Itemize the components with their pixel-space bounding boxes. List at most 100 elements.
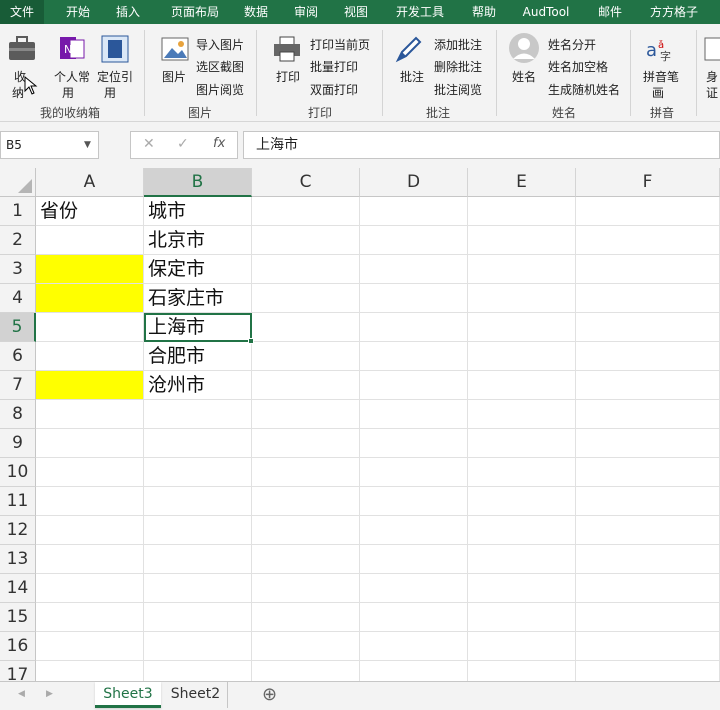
cell-a13[interactable] bbox=[36, 545, 144, 574]
cell-e14[interactable] bbox=[468, 574, 576, 603]
cell-c14[interactable] bbox=[252, 574, 360, 603]
cell-d3[interactable] bbox=[360, 255, 468, 284]
select-all-corner[interactable] bbox=[0, 168, 36, 197]
import-picture-button[interactable]: 导入图片 bbox=[196, 36, 244, 53]
cell-a12[interactable] bbox=[36, 516, 144, 545]
enter-icon[interactable]: ✓ bbox=[177, 136, 189, 152]
tab-data[interactable]: 数据 bbox=[236, 0, 276, 24]
tab-audtool[interactable]: AudTool bbox=[516, 0, 576, 24]
cell-b14[interactable] bbox=[144, 574, 252, 603]
cell-d15[interactable] bbox=[360, 603, 468, 632]
cell-a4[interactable] bbox=[36, 284, 144, 313]
cell-d1[interactable] bbox=[360, 197, 468, 226]
cell-f9[interactable] bbox=[576, 429, 720, 458]
split-name-button[interactable]: 姓名分开 bbox=[548, 36, 596, 53]
cell-b10[interactable] bbox=[144, 458, 252, 487]
add-sheet-icon[interactable]: ⊕ bbox=[262, 684, 277, 705]
next-sheet-icon[interactable]: ▶ bbox=[46, 689, 53, 699]
cell-e17[interactable] bbox=[468, 661, 576, 681]
insert-function-icon[interactable]: fx bbox=[213, 136, 225, 151]
collect-button-line2[interactable]: 纳 bbox=[12, 84, 24, 101]
cell-d4[interactable] bbox=[360, 284, 468, 313]
cell-a6[interactable] bbox=[36, 342, 144, 371]
cell-e9[interactable] bbox=[468, 429, 576, 458]
cell-e11[interactable] bbox=[468, 487, 576, 516]
cell-d9[interactable] bbox=[360, 429, 468, 458]
cell-c7[interactable] bbox=[252, 371, 360, 400]
chevron-down-icon[interactable]: ▼ bbox=[84, 140, 91, 150]
cell-a10[interactable] bbox=[36, 458, 144, 487]
cell-b11[interactable] bbox=[144, 487, 252, 516]
cell-b9[interactable] bbox=[144, 429, 252, 458]
cell-a3[interactable] bbox=[36, 255, 144, 284]
cell-c9[interactable] bbox=[252, 429, 360, 458]
pinyin-stroke-button-line1[interactable]: 拼音笔 bbox=[643, 68, 679, 85]
cell-e4[interactable] bbox=[468, 284, 576, 313]
cell-e2[interactable] bbox=[468, 226, 576, 255]
row-header-4[interactable]: 4 bbox=[0, 284, 36, 313]
id-card-button-line2[interactable]: 证 bbox=[706, 84, 718, 101]
cell-f17[interactable] bbox=[576, 661, 720, 681]
row-header-13[interactable]: 13 bbox=[0, 545, 36, 574]
cell-f6[interactable] bbox=[576, 342, 720, 371]
cell-a14[interactable] bbox=[36, 574, 144, 603]
cell-c16[interactable] bbox=[252, 632, 360, 661]
cell-b16[interactable] bbox=[144, 632, 252, 661]
row-header-2[interactable]: 2 bbox=[0, 226, 36, 255]
spreadsheet-grid[interactable]: A B C D E F 1 省份 城市 2 北京市 3 保定市 4 石家庄市 5 上海市 6 合肥市 7 沧州市 8 9 10… bbox=[0, 168, 720, 681]
column-header-c[interactable]: C bbox=[252, 168, 360, 197]
cell-d16[interactable] bbox=[360, 632, 468, 661]
cell-c4[interactable] bbox=[252, 284, 360, 313]
comment-button[interactable]: 批注 bbox=[400, 68, 424, 85]
cell-e7[interactable] bbox=[468, 371, 576, 400]
tab-view[interactable]: 视图 bbox=[336, 0, 376, 24]
cell-a5[interactable] bbox=[36, 313, 144, 342]
cell-f16[interactable] bbox=[576, 632, 720, 661]
cell-f14[interactable] bbox=[576, 574, 720, 603]
column-header-a[interactable]: A bbox=[36, 168, 144, 197]
column-header-e[interactable]: E bbox=[468, 168, 576, 197]
cell-f15[interactable] bbox=[576, 603, 720, 632]
cell-f10[interactable] bbox=[576, 458, 720, 487]
cell-d10[interactable] bbox=[360, 458, 468, 487]
locate-reference-button-line2[interactable]: 用 bbox=[104, 84, 116, 101]
cell-d7[interactable] bbox=[360, 371, 468, 400]
cell-d5[interactable] bbox=[360, 313, 468, 342]
picture-button[interactable]: 图片 bbox=[162, 68, 186, 85]
cell-d11[interactable] bbox=[360, 487, 468, 516]
cell-f13[interactable] bbox=[576, 545, 720, 574]
cell-d8[interactable] bbox=[360, 400, 468, 429]
cell-d2[interactable] bbox=[360, 226, 468, 255]
cell-b15[interactable] bbox=[144, 603, 252, 632]
tab-insert[interactable]: 插入 bbox=[106, 0, 150, 24]
cell-d17[interactable] bbox=[360, 661, 468, 681]
duplex-print-button[interactable]: 双面打印 bbox=[310, 81, 358, 98]
random-name-button[interactable]: 生成随机姓名 bbox=[548, 81, 620, 98]
batch-print-button[interactable]: 批量打印 bbox=[310, 58, 358, 75]
cell-d12[interactable] bbox=[360, 516, 468, 545]
name-button[interactable]: 姓名 bbox=[512, 68, 536, 85]
cell-e6[interactable] bbox=[468, 342, 576, 371]
cell-a7[interactable] bbox=[36, 371, 144, 400]
cell-b3[interactable]: 保定市 bbox=[144, 255, 252, 284]
cell-a16[interactable] bbox=[36, 632, 144, 661]
cell-a17[interactable] bbox=[36, 661, 144, 681]
sheet-tab-sheet2[interactable]: Sheet2 bbox=[164, 682, 228, 708]
cell-c1[interactable] bbox=[252, 197, 360, 226]
column-header-f[interactable]: F bbox=[576, 168, 720, 197]
cell-e5[interactable] bbox=[468, 313, 576, 342]
cell-f8[interactable] bbox=[576, 400, 720, 429]
cell-c13[interactable] bbox=[252, 545, 360, 574]
row-header-6[interactable]: 6 bbox=[0, 342, 36, 371]
row-header-10[interactable]: 10 bbox=[0, 458, 36, 487]
cell-f7[interactable] bbox=[576, 371, 720, 400]
cell-c6[interactable] bbox=[252, 342, 360, 371]
cell-e3[interactable] bbox=[468, 255, 576, 284]
cell-a1[interactable]: 省份 bbox=[36, 197, 144, 226]
locate-reference-button-line1[interactable]: 定位引 bbox=[97, 68, 133, 85]
print-current-page-button[interactable]: 打印当前页 bbox=[310, 36, 370, 53]
sheet-tab-sheet3[interactable]: Sheet3 bbox=[95, 682, 161, 708]
cell-f3[interactable] bbox=[576, 255, 720, 284]
personal-common-button-line1[interactable]: 个人常 bbox=[54, 68, 90, 85]
cell-e10[interactable] bbox=[468, 458, 576, 487]
